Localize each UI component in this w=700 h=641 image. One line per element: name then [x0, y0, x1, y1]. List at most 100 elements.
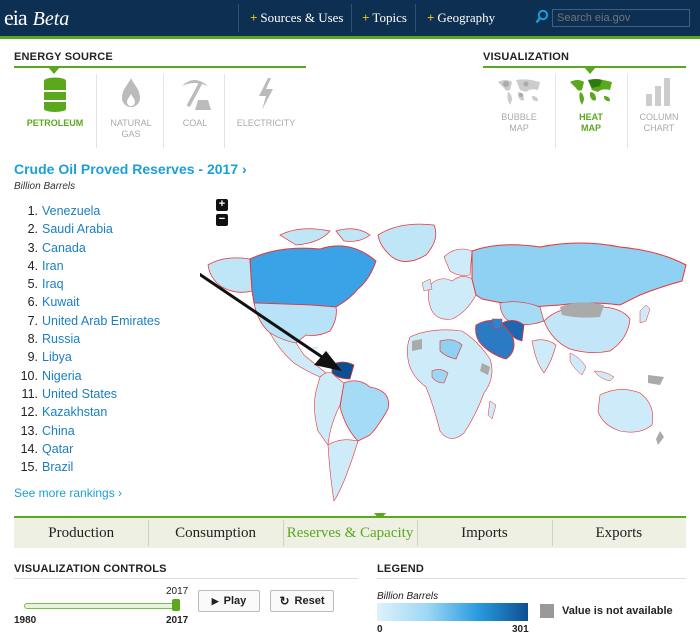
ranking-country-link[interactable]: United Arab Emirates	[42, 312, 160, 330]
map-russia	[471, 242, 687, 308]
ranking-number: 13.	[20, 423, 38, 438]
ranking-country-link[interactable]: Libya	[42, 348, 72, 366]
map-australia	[597, 389, 654, 433]
divider	[14, 578, 358, 579]
ranking-item[interactable]: 11. United States	[14, 385, 160, 403]
ranking-country-link[interactable]: Brazil	[42, 458, 73, 476]
year-slider-track[interactable]	[24, 603, 178, 609]
viz-heat-map[interactable]: HEAT MAP	[560, 76, 622, 134]
ranking-country-link[interactable]: Kazakhstan	[42, 403, 107, 421]
viz-column-chart[interactable]: COLUMN CHART	[628, 76, 690, 134]
ranking-number: 15.	[20, 460, 38, 475]
ranking-item[interactable]: 13. China	[14, 422, 160, 440]
divider	[224, 74, 225, 148]
ranking-item[interactable]: 14. Qatar	[14, 440, 160, 458]
divider	[555, 74, 556, 148]
ranking-country-link[interactable]: Canada	[42, 239, 86, 257]
ranking-country-link[interactable]: United States	[42, 385, 117, 403]
see-more-rankings-link[interactable]: See more rankings ›	[14, 486, 122, 500]
map-uk	[421, 278, 433, 292]
map-papua-new-guinea	[648, 375, 664, 385]
ranking-item[interactable]: 7. United Arab Emirates	[14, 312, 161, 330]
ranking-number: 5.	[27, 277, 38, 292]
ranking-item[interactable]: 4. Iran	[14, 257, 160, 275]
beta-label: Beta	[32, 8, 70, 30]
map-new-zealand	[656, 431, 664, 445]
ranking-country-link[interactable]: China	[42, 422, 75, 440]
ranking-number: 14.	[20, 441, 38, 456]
ranking-country-link[interactable]: Iraq	[42, 275, 64, 293]
reset-icon: ↻	[279, 594, 290, 608]
ranking-country-link[interactable]: Russia	[42, 330, 80, 348]
tab-consumption[interactable]: Consumption	[148, 519, 282, 546]
chart-title[interactable]: Crude Oil Proved Reserves - 2017 ›	[14, 161, 247, 177]
nav-sources-uses[interactable]: + Sources & Uses	[250, 0, 343, 36]
nav-divider	[415, 4, 416, 32]
end-year-label: 2017	[166, 615, 189, 626]
flame-icon	[122, 78, 140, 107]
source-natural-gas[interactable]: NATURAL GAS	[100, 76, 162, 140]
not-available-swatch	[540, 604, 554, 618]
ranking-country-link[interactable]: Venezuela	[42, 202, 100, 220]
ranking-number: 1.	[27, 204, 38, 218]
source-petroleum[interactable]: PETROLEUM	[24, 76, 86, 129]
search-icon[interactable]	[535, 9, 549, 25]
ranking-item[interactable]: 2. Saudi Arabia	[14, 220, 160, 238]
ranking-item[interactable]: 1. Venezuela	[14, 202, 160, 220]
visualization-heading: VISUALIZATION	[483, 51, 570, 63]
search-input[interactable]	[552, 9, 690, 27]
map-madagascar	[487, 400, 497, 420]
map-india	[531, 339, 557, 374]
ranking-country-link[interactable]: Qatar	[42, 440, 73, 458]
map-arctic-islands	[279, 228, 371, 246]
legend-min: 0	[377, 624, 383, 635]
tab-production[interactable]: Production	[14, 525, 148, 542]
ranking-item[interactable]: 3. Canada	[14, 239, 160, 257]
category-tabs: Production Consumption Reserves & Capaci…	[14, 516, 686, 548]
ranking-country-link[interactable]: Saudi Arabia	[42, 220, 113, 238]
ranking-item[interactable]: 10. Nigeria	[14, 367, 160, 385]
source-coal[interactable]: COAL	[164, 76, 226, 129]
map-iraq	[491, 318, 503, 330]
year-slider-handle[interactable]	[172, 599, 180, 611]
plus-icon: +	[250, 10, 258, 25]
pickaxe-icon	[182, 80, 211, 110]
nav-geography[interactable]: + Geography	[427, 0, 495, 36]
ranking-number: 11.	[21, 386, 38, 401]
reset-button[interactable]: ↻ Reset	[270, 590, 334, 612]
visualization-controls-heading: VISUALIZATION CONTROLS	[14, 563, 167, 575]
ranking-number: 4.	[27, 258, 38, 273]
plus-icon: +	[362, 10, 370, 25]
map-southeast-asia	[569, 352, 615, 382]
ranking-country-link[interactable]: Nigeria	[42, 367, 82, 385]
map-brazil	[339, 380, 389, 442]
eia-logo[interactable]: eia Beta	[4, 5, 69, 31]
source-electricity[interactable]: ELECTRICITY	[234, 76, 298, 129]
nav-topics[interactable]: + Topics	[362, 0, 407, 36]
tab-exports[interactable]: Exports	[551, 519, 686, 546]
ranking-item[interactable]: 6. Kuwait	[14, 293, 160, 311]
ranking-item[interactable]: 9. Libya	[14, 348, 160, 366]
map-canada	[249, 245, 377, 308]
viz-bubble-map[interactable]: BUBBLE MAP	[488, 76, 550, 134]
ranking-country-link[interactable]: Iran	[42, 257, 64, 275]
ranking-item[interactable]: 5. Iraq	[14, 275, 160, 293]
lightning-bolt-icon	[259, 78, 273, 110]
ranking-number: 6.	[27, 295, 38, 310]
ranking-item[interactable]: 12. Kazakhstan	[14, 403, 160, 421]
ranking-country-link[interactable]: Kuwait	[42, 293, 80, 311]
ranking-item[interactable]: 15. Brazil	[14, 458, 160, 476]
ranking-number: 10.	[20, 368, 38, 383]
tab-imports[interactable]: Imports	[417, 519, 551, 546]
play-button[interactable]: ▶ Play	[198, 590, 260, 612]
ranking-number: 12.	[20, 405, 38, 420]
column-chart-icon	[646, 78, 670, 106]
world-heat-map[interactable]	[200, 195, 696, 515]
unit-label: Billion Barrels	[14, 181, 76, 192]
selected-pointer	[48, 67, 60, 74]
bubble-map-icon	[498, 79, 540, 105]
map-europe	[428, 276, 477, 320]
ranking-item[interactable]: 8. Russia	[14, 330, 160, 348]
plus-icon: +	[427, 10, 435, 25]
tab-reserves-capacity[interactable]: Reserves & Capacity	[282, 519, 417, 546]
